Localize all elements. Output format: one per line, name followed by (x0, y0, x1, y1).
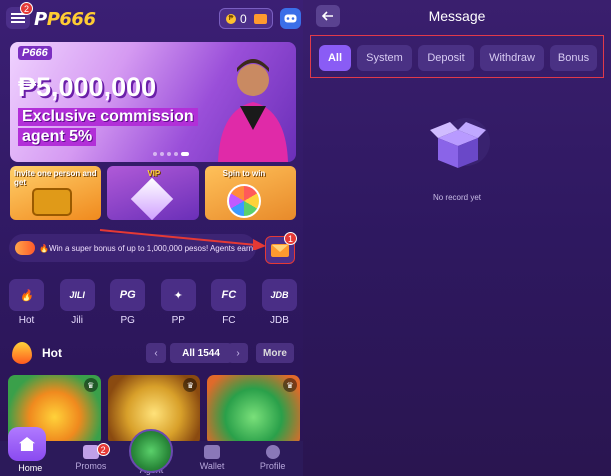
promo-vip-text: VIP (147, 169, 161, 178)
nav-wallet-label: Wallet (199, 461, 225, 471)
nav-promos[interactable]: 2 Promos (61, 441, 122, 476)
category-pp[interactable]: ✦ PP (160, 279, 197, 326)
category-jdb[interactable]: JDB JDB (261, 279, 298, 326)
message-badge: 1 (284, 232, 298, 245)
category-label: JDB (270, 315, 289, 326)
empty-state-text: No record yet (432, 193, 482, 202)
fire-icon: 🔥 (9, 279, 44, 311)
jdb-icon: JDB (261, 279, 297, 311)
category-pg[interactable]: PG PG (109, 279, 146, 326)
banner-line-agent: agent 5% (18, 128, 97, 146)
diamond-icon (131, 177, 174, 220)
robot-icon (284, 14, 297, 23)
category-jili[interactable]: JILI Jili (59, 279, 96, 326)
page-title: Message (428, 8, 486, 24)
crown-icon: ♛ (183, 378, 198, 392)
category-fc[interactable]: FC FC (210, 279, 247, 326)
promo-spin-text: Spin to win (222, 169, 266, 178)
treasure-chest-icon (32, 188, 72, 216)
tab-bonus[interactable]: Bonus (550, 45, 597, 71)
envelope-icon (271, 243, 289, 257)
game-tile[interactable]: ♛ (207, 375, 301, 445)
tabs-highlight-box: All System Deposit Withdraw Bonus (310, 35, 604, 78)
hot-all-label: All (182, 347, 195, 359)
nav-promos-label: Promos (75, 461, 107, 471)
promo-card-vip[interactable]: VIP (107, 166, 199, 220)
banner-pagination[interactable] (153, 152, 189, 156)
category-label: PP (171, 315, 185, 326)
tab-all[interactable]: All (319, 45, 351, 71)
bottom-nav: Home 2 Promos Agent Wallet Profile (0, 427, 303, 476)
empty-box-icon (430, 118, 490, 168)
banner-line-commission: Exclusive commission (18, 108, 198, 126)
nav-agent[interactable]: Agent (121, 429, 182, 476)
promo-card-invite[interactable]: Invite one person and get (10, 166, 102, 220)
category-label: PG (120, 315, 135, 326)
nav-profile[interactable]: Profile (242, 441, 303, 476)
fc-icon: FC (211, 279, 247, 311)
promos-badge: 2 (96, 443, 110, 456)
banner-logo: P666 (18, 46, 52, 60)
hot-section-header: Hot ‹ All 1544 › More (10, 340, 300, 366)
flame-icon (12, 342, 32, 364)
fire-icon (15, 241, 35, 255)
tab-withdraw[interactable]: Withdraw (480, 45, 544, 71)
message-button[interactable]: 1 (265, 232, 298, 264)
category-label: FC (222, 315, 236, 326)
promo-banner[interactable]: P666 ₱5,000,000 Exclusive commission age… (10, 42, 296, 162)
hot-next-button[interactable]: › (228, 343, 248, 363)
support-button[interactable] (280, 8, 301, 29)
category-hot[interactable]: 🔥 Hot (8, 279, 45, 326)
crown-icon: ♛ (83, 378, 98, 392)
banner-person-image (218, 59, 288, 162)
wallet-icon (204, 445, 221, 459)
balance-value: 0 (240, 11, 247, 26)
home-icon (8, 427, 46, 461)
game-categories: 🔥 Hot JILI Jili PG PG ✦ PP FC FC JDB JDB (8, 279, 298, 326)
hot-more-button[interactable]: More (256, 343, 294, 363)
hot-prev-button[interactable]: ‹ (146, 343, 166, 363)
crown-icon: ♛ (283, 378, 298, 392)
banner-amount: ₱5,000,000 (18, 72, 157, 102)
profile-icon (265, 445, 280, 459)
nav-home-label: Home (18, 463, 43, 473)
nav-wallet[interactable]: Wallet (182, 441, 243, 476)
nav-home[interactable]: Home (0, 427, 61, 476)
spin-wheel-icon (226, 184, 261, 218)
hot-all-button[interactable]: All 1544 (170, 343, 232, 363)
nav-profile-label: Profile (259, 461, 286, 471)
peso-coin-icon: ₱ (226, 13, 236, 24)
top-bar: 2 PP666 ₱ 0 (0, 0, 303, 38)
jili-icon: JILI (59, 279, 95, 311)
wallet-icon (253, 13, 267, 24)
promo-cards: Invite one person and get VIP Spin to wi… (10, 166, 296, 220)
message-tabs: All System Deposit Withdraw Bonus (319, 45, 597, 71)
annotation-arrow (99, 229, 266, 250)
hot-section-title: Hot (42, 346, 62, 360)
hot-all-count: 1544 (197, 347, 220, 359)
balance-display[interactable]: ₱ 0 (219, 8, 273, 29)
pp-icon: ✦ (160, 279, 196, 311)
category-label: Jili (71, 315, 83, 326)
category-label: Hot (18, 315, 35, 326)
agent-icon (129, 429, 174, 473)
app-panel: 2 PP666 ₱ 0 P666 ₱5,000,000 Exclusive co… (0, 0, 303, 476)
menu-badge: 2 (20, 2, 34, 15)
menu-button[interactable]: 2 (6, 2, 34, 29)
promo-card-spin[interactable]: Spin to win (204, 166, 296, 220)
message-panel: Message All System Deposit Withdraw Bonu… (303, 0, 611, 476)
logo-text: P666 (46, 9, 96, 30)
pg-icon: PG (110, 279, 146, 311)
logo[interactable]: PP666 (34, 9, 96, 30)
tab-deposit[interactable]: Deposit (418, 45, 474, 71)
tab-system[interactable]: System (357, 45, 412, 71)
promo-invite-text: Invite one person and get (14, 169, 97, 187)
